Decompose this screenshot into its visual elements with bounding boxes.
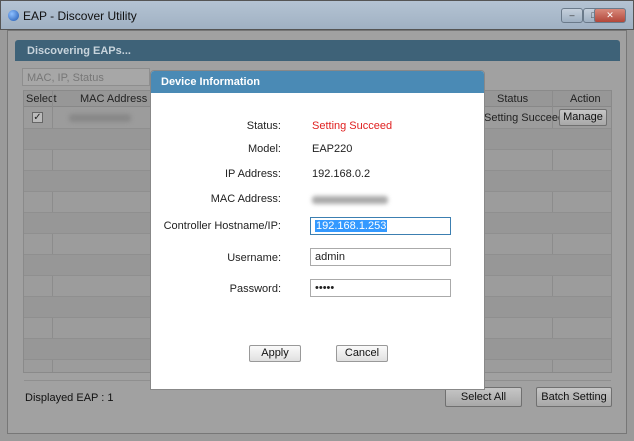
apply-button[interactable]: Apply (249, 345, 301, 362)
mac-address-redacted (69, 114, 131, 122)
controller-label: Controller Hostname/IP: (163, 220, 281, 232)
minimize-button[interactable]: – (561, 8, 583, 23)
manage-button[interactable]: Manage (559, 109, 607, 126)
model-value: EAP220 (312, 143, 353, 155)
select-all-button[interactable]: Select All (445, 387, 522, 407)
mac-label: MAC Address: (210, 193, 281, 205)
dialog-title: Device Information (151, 71, 484, 93)
controller-input[interactable]: 192.168.1.253 (310, 217, 451, 235)
column-action: Action (570, 93, 601, 105)
mac-value-redacted (312, 196, 388, 204)
column-status: Status (497, 93, 529, 105)
ip-value: 192.168.0.2 (312, 168, 371, 180)
filter-input[interactable]: MAC, IP, Status (22, 68, 150, 86)
row-status: Setting Succeed (484, 112, 565, 124)
username-label: Username: (227, 252, 281, 264)
panel-header: Discovering EAPs... (15, 40, 620, 61)
password-label: Password: (229, 283, 281, 295)
window-title: EAP - Discover Utility (23, 9, 137, 23)
password-input[interactable]: ••••• (310, 279, 451, 297)
batch-setting-button[interactable]: Batch Setting (536, 387, 612, 407)
displayed-count: Displayed EAP : 1 (25, 392, 114, 404)
row-checkbox[interactable]: ✓ (32, 112, 43, 123)
model-label: Model: (247, 143, 281, 155)
title-bar: EAP - Discover Utility – □ ✕ (0, 0, 634, 30)
status-label: Status: (246, 120, 281, 132)
status-value: Setting Succeed (312, 120, 393, 132)
close-button[interactable]: ✕ (594, 8, 626, 23)
column-mac: MAC Address (80, 93, 148, 105)
ip-label: IP Address: (224, 168, 281, 180)
username-input[interactable]: admin (310, 248, 451, 266)
cancel-button[interactable]: Cancel (336, 345, 388, 362)
device-information-dialog: Device Information Status: Setting Succe… (150, 70, 485, 390)
app-icon (8, 10, 19, 21)
